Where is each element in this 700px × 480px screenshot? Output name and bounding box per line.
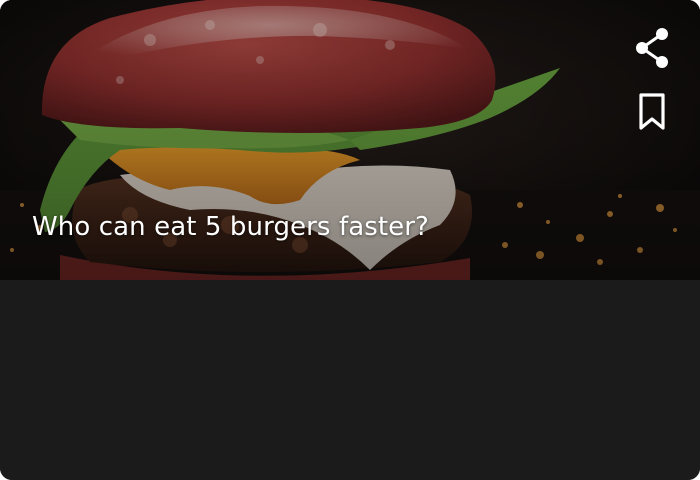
share-icon xyxy=(636,28,668,68)
bookmark-icon xyxy=(639,93,665,130)
bookmark-button[interactable] xyxy=(630,90,674,134)
card-title[interactable]: Who can eat 5 burgers faster? xyxy=(32,212,429,242)
post-card[interactable]: Who can eat 5 burgers faster? xyxy=(0,0,700,480)
hero-image[interactable]: Who can eat 5 burgers faster? xyxy=(0,0,700,280)
card-body xyxy=(0,280,700,480)
share-button[interactable] xyxy=(630,26,674,70)
